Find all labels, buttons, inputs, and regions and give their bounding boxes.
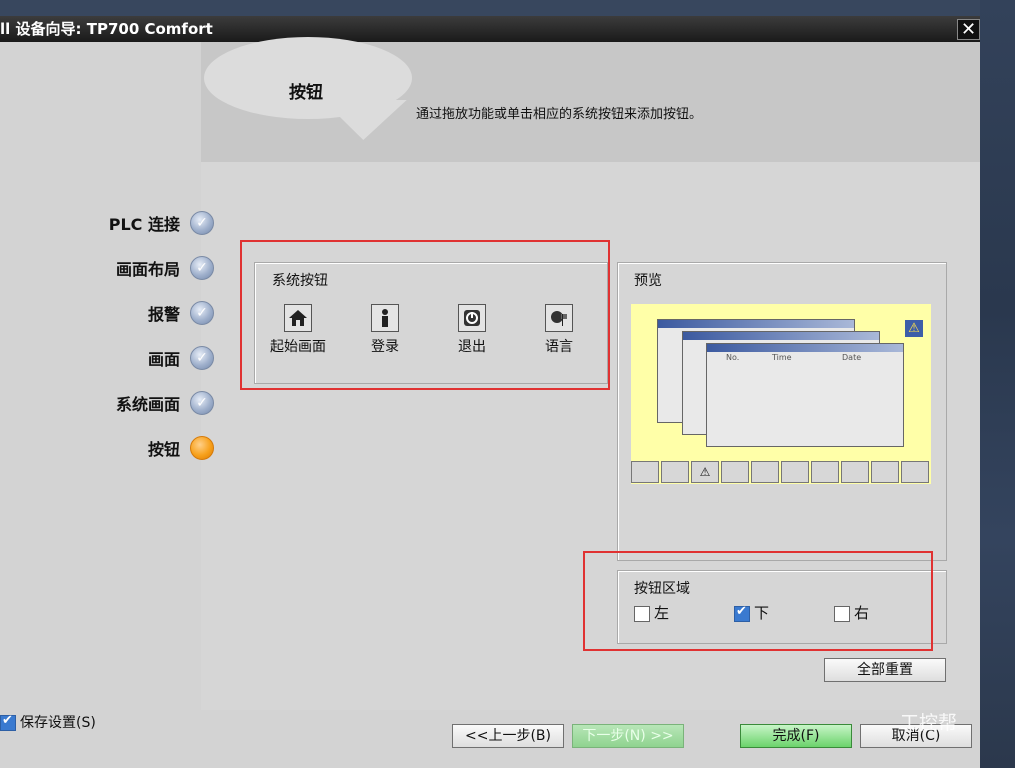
checkbox-bottom[interactable]: 下 <box>734 602 769 623</box>
current-step-icon <box>190 436 214 460</box>
save-settings-checkbox[interactable]: 保存设置(S) <box>0 712 96 732</box>
system-button-label: 退出 <box>458 339 486 355</box>
watermark-text: 工控帮 <box>900 712 958 734</box>
step-alarms[interactable]: 报警 ✓ <box>0 301 214 325</box>
checkmark-icon: ✓ <box>190 391 214 415</box>
desktop-top-strip <box>0 0 1015 16</box>
preview-slot <box>721 461 749 483</box>
system-button-label: 登录 <box>371 339 399 355</box>
home-icon <box>284 304 312 332</box>
checkmark-icon: ✓ <box>190 211 214 235</box>
desktop-background <box>980 0 1015 768</box>
user-icon <box>371 304 399 332</box>
highlight-box-button-area <box>583 551 933 651</box>
preview-table-header: Date <box>842 353 862 362</box>
checkbox-right[interactable]: 右 <box>834 602 869 623</box>
speech-bubble-tail <box>322 100 422 140</box>
reset-all-button[interactable]: 全部重置 <box>824 658 946 682</box>
step-screen-layout[interactable]: 画面布局 ✓ <box>0 256 214 280</box>
system-button-home[interactable]: 起始画面 <box>265 304 331 356</box>
checkbox-left-label: 左 <box>654 604 670 622</box>
system-button-label: 起始画面 <box>270 339 326 355</box>
step-plc-connection[interactable]: PLC 连接 ✓ <box>0 211 214 235</box>
title-bar: ll 设备向导: TP700 Comfort ✕ <box>0 16 980 42</box>
preview-slot <box>901 461 929 483</box>
preview-table-header: Time <box>772 353 792 362</box>
window-title: ll 设备向导: TP700 Comfort <box>0 20 213 38</box>
system-button-language[interactable]: 语言 <box>526 304 592 356</box>
step-label: 按钮 <box>147 440 180 459</box>
page-description: 通过拖放功能或单击相应的系统按钮来添加按钮。 <box>416 107 703 122</box>
preview-slot <box>661 461 689 483</box>
step-label: 报警 <box>147 305 180 324</box>
power-icon <box>458 304 486 332</box>
preview-slot <box>781 461 809 483</box>
preview-slot <box>811 461 839 483</box>
preview-title: 预览 <box>634 273 662 289</box>
save-settings-label: 保存设置(S) <box>20 715 96 731</box>
preview-slot <box>871 461 899 483</box>
step-system-screens[interactable]: 系统画面 ✓ <box>0 391 214 415</box>
checkmark-icon: ✓ <box>190 301 214 325</box>
checkmark-icon: ✓ <box>190 256 214 280</box>
step-label: 系统画面 <box>115 395 180 414</box>
preview-slot <box>751 461 779 483</box>
step-navigation-panel <box>0 42 201 710</box>
page-title: 按钮 <box>289 83 323 103</box>
system-button-label: 语言 <box>545 339 573 355</box>
checkbox-bottom-label: 下 <box>754 604 770 622</box>
system-button-login[interactable]: 登录 <box>352 304 418 356</box>
finish-button[interactable]: 完成(F) <box>740 724 852 748</box>
checkbox-right-label: 右 <box>854 604 870 622</box>
step-label: 画面 <box>147 350 180 369</box>
language-icon <box>545 304 573 332</box>
preview-alarm-icon: ⚠ <box>691 461 719 483</box>
preview-button-strip: ⚠ <box>631 461 931 483</box>
save-settings-box[interactable] <box>0 713 16 731</box>
step-label: 画面布局 <box>115 260 180 279</box>
checkmark-icon: ✓ <box>190 346 214 370</box>
checkbox-left-box[interactable] <box>634 605 650 622</box>
back-button[interactable]: <<上一步(B) <box>452 724 564 748</box>
step-screens[interactable]: 画面 ✓ <box>0 346 214 370</box>
preview-table-header: No. <box>726 353 740 362</box>
step-buttons[interactable]: 按钮 <box>0 436 214 460</box>
system-button-exit[interactable]: 退出 <box>439 304 505 356</box>
next-button[interactable]: 下一步(N) >> <box>572 724 684 748</box>
warning-icon: ⚠ <box>905 320 923 337</box>
preview-slot <box>631 461 659 483</box>
checkbox-bottom-box[interactable] <box>734 604 750 622</box>
step-label: PLC 连接 <box>108 215 180 234</box>
close-button[interactable]: ✕ <box>957 19 980 40</box>
checkbox-right-box[interactable] <box>834 605 850 622</box>
checkbox-left[interactable]: 左 <box>634 602 669 623</box>
preview-slot <box>841 461 869 483</box>
